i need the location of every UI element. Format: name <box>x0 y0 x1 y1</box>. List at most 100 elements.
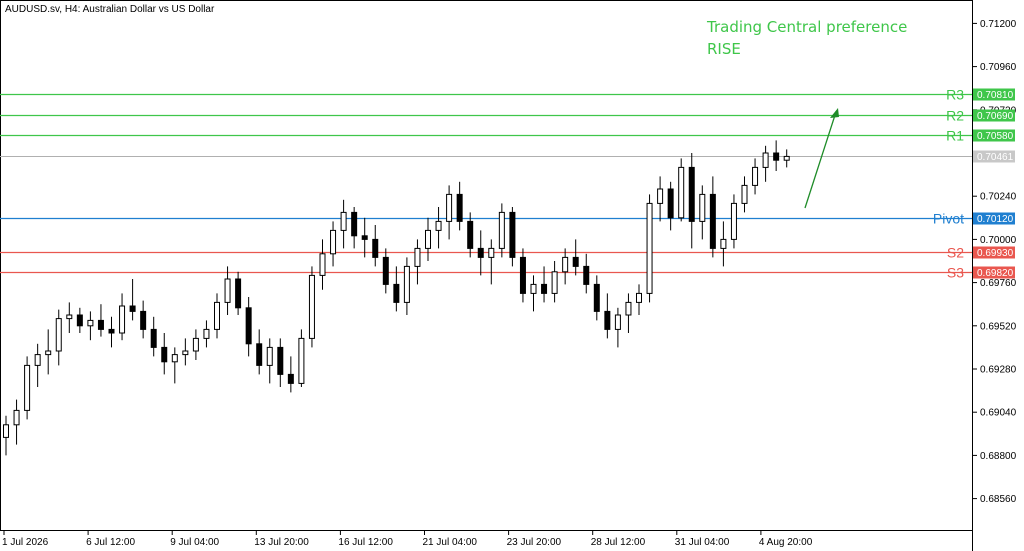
candle-body-bear <box>393 283 400 303</box>
candle-body-bear <box>519 256 526 294</box>
candle-body-bull <box>752 166 759 186</box>
candle-body-bull <box>171 354 178 363</box>
level-name-s2: S2 <box>947 245 964 261</box>
time-tick-label: 16 Jul 12:00 <box>338 537 393 548</box>
candle-body-bear <box>140 310 147 330</box>
candle-body-bull <box>66 314 73 320</box>
candle-body-bull <box>55 318 62 352</box>
price-tick-label: 0.70000 <box>980 235 1017 246</box>
candle-body-bear <box>382 256 389 285</box>
time-tick-label: 31 Jul 04:00 <box>675 537 730 548</box>
time-tick-label: 9 Jul 04:00 <box>170 537 219 548</box>
candle-body-bear <box>256 343 263 366</box>
candle-body-bear <box>97 319 104 330</box>
candle-body-bear <box>583 265 590 285</box>
candle-body-bull <box>13 409 20 426</box>
level-price-label: 0.70810 <box>977 90 1014 101</box>
price-tick-label: 0.69520 <box>980 321 1017 332</box>
time-tick-label: 4 Aug 20:00 <box>759 537 813 548</box>
level-name-s3: S3 <box>947 265 964 281</box>
candle-body-bull <box>730 202 737 240</box>
candle-body-bear <box>604 310 611 330</box>
candle-body-bull <box>636 292 642 303</box>
candle-body-bear <box>129 305 136 312</box>
candle-body-bull <box>425 229 431 249</box>
chart-area[interactable] <box>0 0 973 531</box>
candle-body-bear <box>372 238 379 258</box>
candle-body-bull <box>34 354 41 366</box>
candle-body-bull <box>551 271 558 294</box>
level-price-label: 0.69930 <box>977 248 1014 259</box>
level-name-r3: R3 <box>946 87 964 103</box>
candle-body-bull <box>678 166 685 219</box>
candle-body-bull <box>625 301 632 316</box>
price-chart[interactable]: AUDUSD.sv, H4: Australian Dollar vs US D… <box>0 0 1024 551</box>
current-price-label: 0.70461 <box>977 152 1014 163</box>
candle-body-bear <box>572 256 579 267</box>
level-name-r1: R1 <box>946 128 964 144</box>
candle-body-bull <box>446 193 453 222</box>
candle-body-bear <box>509 211 516 258</box>
candle-body-bear <box>287 373 294 384</box>
candle-body-bull <box>488 247 495 258</box>
time-tick-label: 21 Jul 04:00 <box>423 537 478 548</box>
time-tick-label: 1 Jul 2026 <box>2 537 49 548</box>
level-price-label: 0.70690 <box>977 111 1014 122</box>
candle-body-bear <box>773 152 780 161</box>
candle-body-bear <box>361 235 368 240</box>
time-tick-label: 6 Jul 12:00 <box>86 537 135 548</box>
preference-direction: RISE <box>707 40 741 58</box>
candle-body-bull <box>498 211 505 249</box>
candle-body-bull <box>530 283 537 294</box>
candle-body-bull <box>340 211 347 231</box>
candle-body-bear <box>150 328 157 348</box>
candle-body-bear <box>709 193 716 249</box>
candle-body-bear <box>593 283 600 312</box>
price-tick-label: 0.70240 <box>980 192 1017 203</box>
candle-body-bull <box>762 152 769 168</box>
candle-body-bull <box>699 193 706 222</box>
candle-body-bear <box>667 188 674 219</box>
candle-body-bear <box>277 346 284 375</box>
candle-body-bull <box>330 229 337 255</box>
candle-body-bull <box>24 364 31 411</box>
candle-body-bull <box>414 247 421 267</box>
candle-body-bull <box>403 265 410 303</box>
candle-body-bull <box>783 155 790 161</box>
candle-body-bull <box>646 202 653 294</box>
candle-body-bull <box>119 305 126 334</box>
price-tick-label: 0.68800 <box>980 451 1017 462</box>
symbol-title: AUDUSD.sv, H4: Australian Dollar vs US D… <box>5 4 215 15</box>
candle-body-bull <box>182 350 189 356</box>
candle-body-bull <box>224 278 231 303</box>
price-tick-label: 0.70960 <box>980 62 1017 73</box>
level-price-label: 0.69820 <box>977 268 1014 279</box>
candle-body-bull <box>45 350 52 356</box>
candle-body-bear <box>477 247 484 258</box>
price-tick-label: 0.71200 <box>980 19 1017 30</box>
time-tick-label: 28 Jul 12:00 <box>591 537 646 548</box>
level-name-r2: R2 <box>946 108 964 124</box>
level-price-label: 0.70120 <box>977 214 1014 225</box>
level-price-label: 0.70580 <box>977 131 1014 142</box>
price-tick-label: 0.68560 <box>980 494 1017 505</box>
candle-body-bull <box>87 319 94 327</box>
time-axis[interactable]: 1 Jul 2026 6 Jul 12:00 9 Jul 04:00 13 Jul 2… <box>2 531 813 548</box>
candle-body-bull <box>214 301 220 330</box>
time-tick-label: 23 Jul 20:00 <box>507 537 562 548</box>
candle-body-bull <box>741 184 748 204</box>
candle-body-bear <box>108 328 115 334</box>
candle-body-bull <box>308 274 315 339</box>
candle-body-bull <box>192 337 199 352</box>
candle-body-bull <box>614 314 621 330</box>
candle-body-bull <box>298 337 305 384</box>
candle-body-bull <box>319 253 326 276</box>
preference-title: Trading Central preference <box>706 18 907 36</box>
candle-body-bull <box>562 256 569 273</box>
candle-body-bull <box>266 346 273 366</box>
candle-body-bear <box>235 278 242 309</box>
price-tick-label: 0.69280 <box>980 365 1017 376</box>
candle-body-bull <box>435 220 442 231</box>
candle-body-bull <box>657 188 664 204</box>
candle-body-bear <box>456 193 463 222</box>
